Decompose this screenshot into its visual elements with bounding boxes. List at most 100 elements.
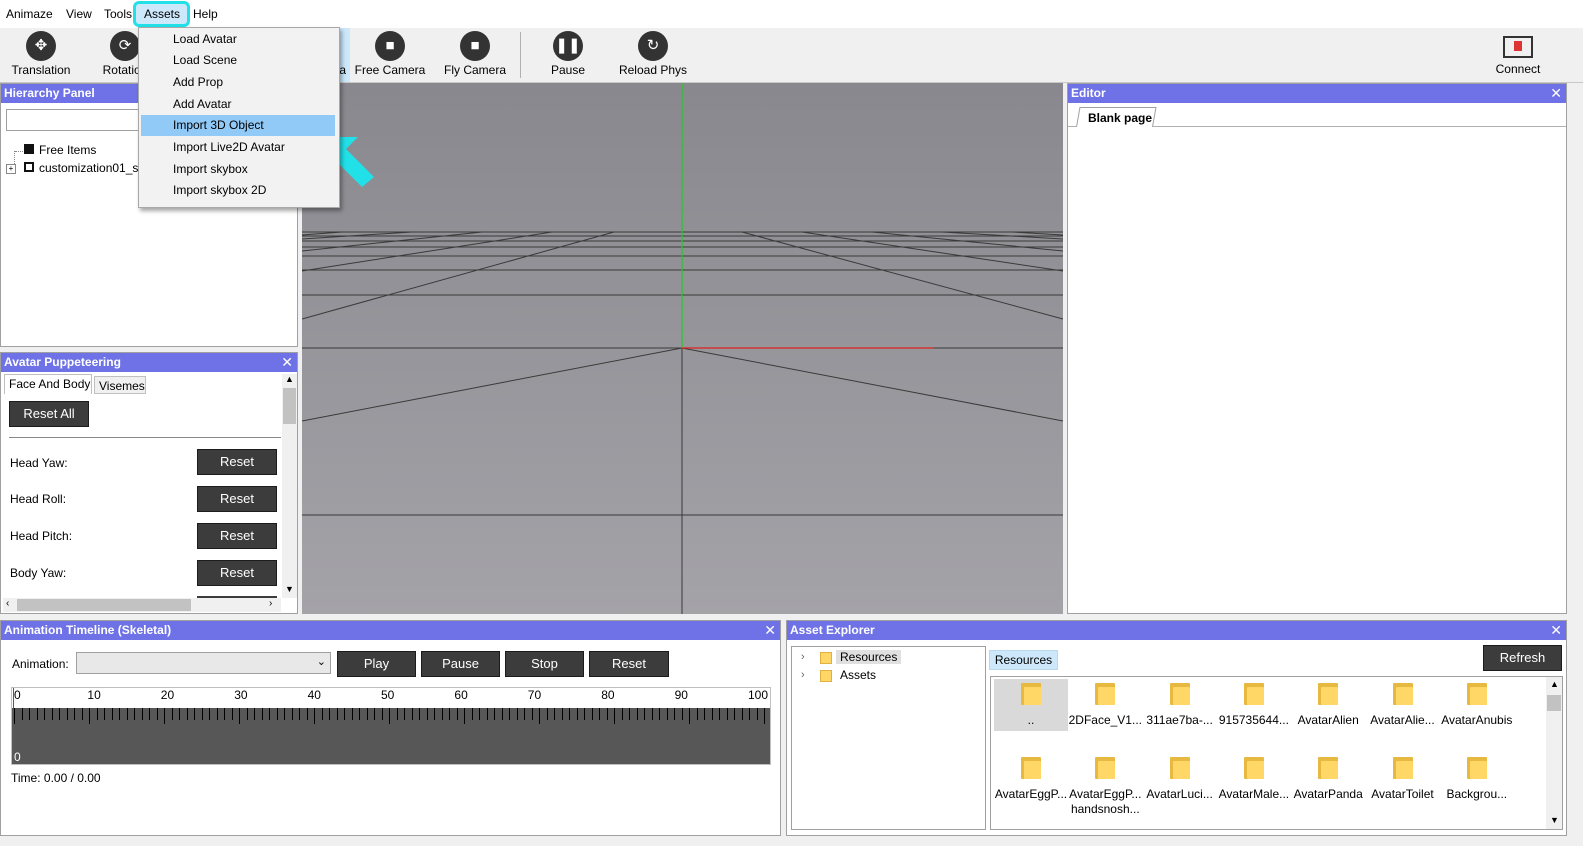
asset-item[interactable]: 311ae7ba-... [1143, 681, 1217, 728]
scene-viewport[interactable] [302, 83, 1063, 614]
menu-item-load-scene[interactable]: Load Scene [141, 50, 335, 71]
editor-panel-title: Editor ✕ [1068, 84, 1566, 103]
asset-item[interactable]: AvatarAlien [1291, 681, 1365, 728]
timeline-tick [734, 708, 735, 720]
stop-button[interactable]: Stop [505, 651, 584, 677]
reset-button[interactable]: Reset [589, 651, 669, 677]
head-roll-reset-button[interactable]: Reset [197, 486, 277, 512]
folder-icon [1466, 755, 1487, 779]
scroll-thumb[interactable] [1547, 695, 1561, 711]
asset-item[interactable]: Backgrou... [1440, 755, 1514, 802]
scroll-down-icon[interactable]: ▼ [285, 584, 294, 594]
timeline-tick [186, 708, 188, 720]
tab-face-and-body[interactable]: Face And Body [4, 374, 92, 394]
folder-icon [1021, 755, 1041, 779]
close-icon[interactable]: ✕ [1550, 84, 1562, 103]
menu-assets[interactable]: Assets [144, 7, 180, 21]
asset-item[interactable]: .. [994, 681, 1068, 728]
close-icon[interactable]: ✕ [1550, 621, 1562, 640]
breadcrumb-resources[interactable]: Resources [989, 650, 1058, 670]
timeline-track[interactable]: 0 10 20 30 40 50 60 70 80 90 100 0 [11, 687, 771, 765]
reset-all-button[interactable]: Reset All [9, 401, 89, 427]
timeline-tick [644, 708, 645, 720]
menu-item-add-avatar[interactable]: Add Avatar [141, 94, 335, 115]
timeline-tick [164, 708, 165, 724]
scroll-up-icon[interactable]: ▲ [1550, 679, 1559, 689]
timeline-tick [404, 708, 405, 720]
menu-tools[interactable]: Tools [104, 7, 132, 21]
play-button[interactable]: Play [337, 651, 416, 677]
tree-item-assets[interactable]: Assets [840, 668, 876, 682]
head-pitch-reset-button[interactable]: Reset [197, 523, 277, 549]
timeline-ruler: 0 10 20 30 40 50 60 70 80 90 100 [12, 688, 770, 704]
close-icon[interactable]: ✕ [764, 621, 776, 640]
reload-physics-tool[interactable]: ↻ Reload Phys [618, 28, 688, 82]
hierarchy-item-customization[interactable]: customization01_sc [39, 161, 144, 175]
timeline-tick [51, 708, 53, 720]
folder-icon [1318, 681, 1339, 705]
timeline-tick [494, 708, 495, 720]
asset-item[interactable]: 915735644... [1217, 681, 1291, 728]
scroll-down-icon[interactable]: ▼ [1550, 815, 1559, 825]
vertical-scrollbar[interactable]: ▲ ▼ [282, 374, 297, 598]
tab-visemes[interactable]: Visemes [94, 376, 146, 394]
asset-item-label: Backgrou... [1446, 787, 1508, 801]
tree-item-resources[interactable]: Resources [836, 650, 902, 664]
asset-item[interactable]: AvatarPanda [1291, 755, 1365, 802]
refresh-button[interactable]: Refresh [1483, 645, 1562, 671]
menu-item-import-3d-object[interactable]: Import 3D Object [141, 115, 335, 136]
menu-item-import-skybox-2d[interactable]: Import skybox 2D [141, 180, 335, 201]
pause-tool[interactable]: ❚❚ Pause [540, 28, 596, 82]
chevron-right-icon[interactable]: › [801, 651, 805, 663]
menu-item-import-live2d-avatar[interactable]: Import Live2D Avatar [141, 137, 335, 158]
scroll-up-icon[interactable]: ▲ [285, 374, 294, 384]
free-camera-tool[interactable]: ■ Free Camera [354, 28, 426, 82]
asset-item[interactable]: AvatarLuci... [1143, 755, 1217, 802]
asset-item[interactable]: AvatarMale... [1217, 755, 1291, 802]
asset-scrollbar[interactable]: ▲ ▼ [1546, 677, 1562, 829]
close-icon[interactable]: ✕ [281, 353, 293, 372]
asset-item[interactable]: AvatarToilet [1366, 755, 1440, 802]
hierarchy-item-free-items[interactable]: Free Items [39, 143, 96, 157]
asset-item[interactable]: AvatarEggP... [994, 755, 1068, 802]
hierarchy-search-input[interactable] [6, 109, 146, 131]
timeline-tick [621, 708, 623, 720]
scroll-left-icon[interactable]: ‹ [6, 598, 9, 609]
timeline-tick [134, 708, 135, 720]
expand-icon[interactable]: + [6, 164, 16, 174]
menu-item-add-prop[interactable]: Add Prop [141, 72, 335, 93]
menu-help[interactable]: Help [193, 7, 218, 21]
timeline-tick [284, 708, 285, 720]
chevron-right-icon[interactable]: › [801, 669, 805, 681]
animation-select[interactable]: ⌄ [76, 652, 331, 674]
connect-button[interactable]: Connect [1490, 28, 1546, 82]
head-yaw-reset-button[interactable]: Reset [197, 449, 277, 475]
horizontal-scrollbar[interactable]: ‹ › [3, 598, 281, 612]
body-yaw-reset-button[interactable]: Reset [197, 560, 277, 586]
pause-button[interactable]: Pause [421, 651, 500, 677]
timeline-tick [524, 708, 525, 720]
timeline-tick [239, 708, 240, 724]
fly-camera-tool[interactable]: ■ Fly Camera [441, 28, 509, 82]
asset-item[interactable]: AvatarAnubis [1440, 681, 1514, 728]
timeline-tick [81, 708, 83, 720]
asset-item[interactable]: AvatarEggP... handsnosh... [1068, 755, 1142, 817]
translation-tool[interactable]: ✥ Translation [8, 28, 74, 82]
asset-item[interactable]: AvatarAlie... [1366, 681, 1440, 728]
asset-explorer-title: Asset Explorer ✕ [787, 621, 1566, 640]
tool-label: Fly Camera [443, 63, 506, 77]
asset-item-label: 2DFace_V1... [1068, 713, 1142, 727]
menu-view[interactable]: View [66, 7, 92, 21]
menu-item-load-avatar[interactable]: Load Avatar [141, 29, 335, 50]
folder-icon [1243, 681, 1264, 705]
item-icon [24, 144, 34, 154]
camera-icon: ■ [460, 31, 490, 61]
timeline-tick [486, 708, 488, 720]
scroll-thumb[interactable] [283, 388, 296, 424]
menu-animaze[interactable]: Animaze [6, 7, 53, 21]
scroll-right-icon[interactable]: › [269, 598, 272, 609]
menu-item-import-skybox[interactable]: Import skybox [141, 159, 335, 180]
timeline-tick [681, 708, 683, 720]
asset-item[interactable]: 2DFace_V1... [1068, 681, 1142, 728]
scroll-thumb[interactable] [17, 599, 191, 611]
